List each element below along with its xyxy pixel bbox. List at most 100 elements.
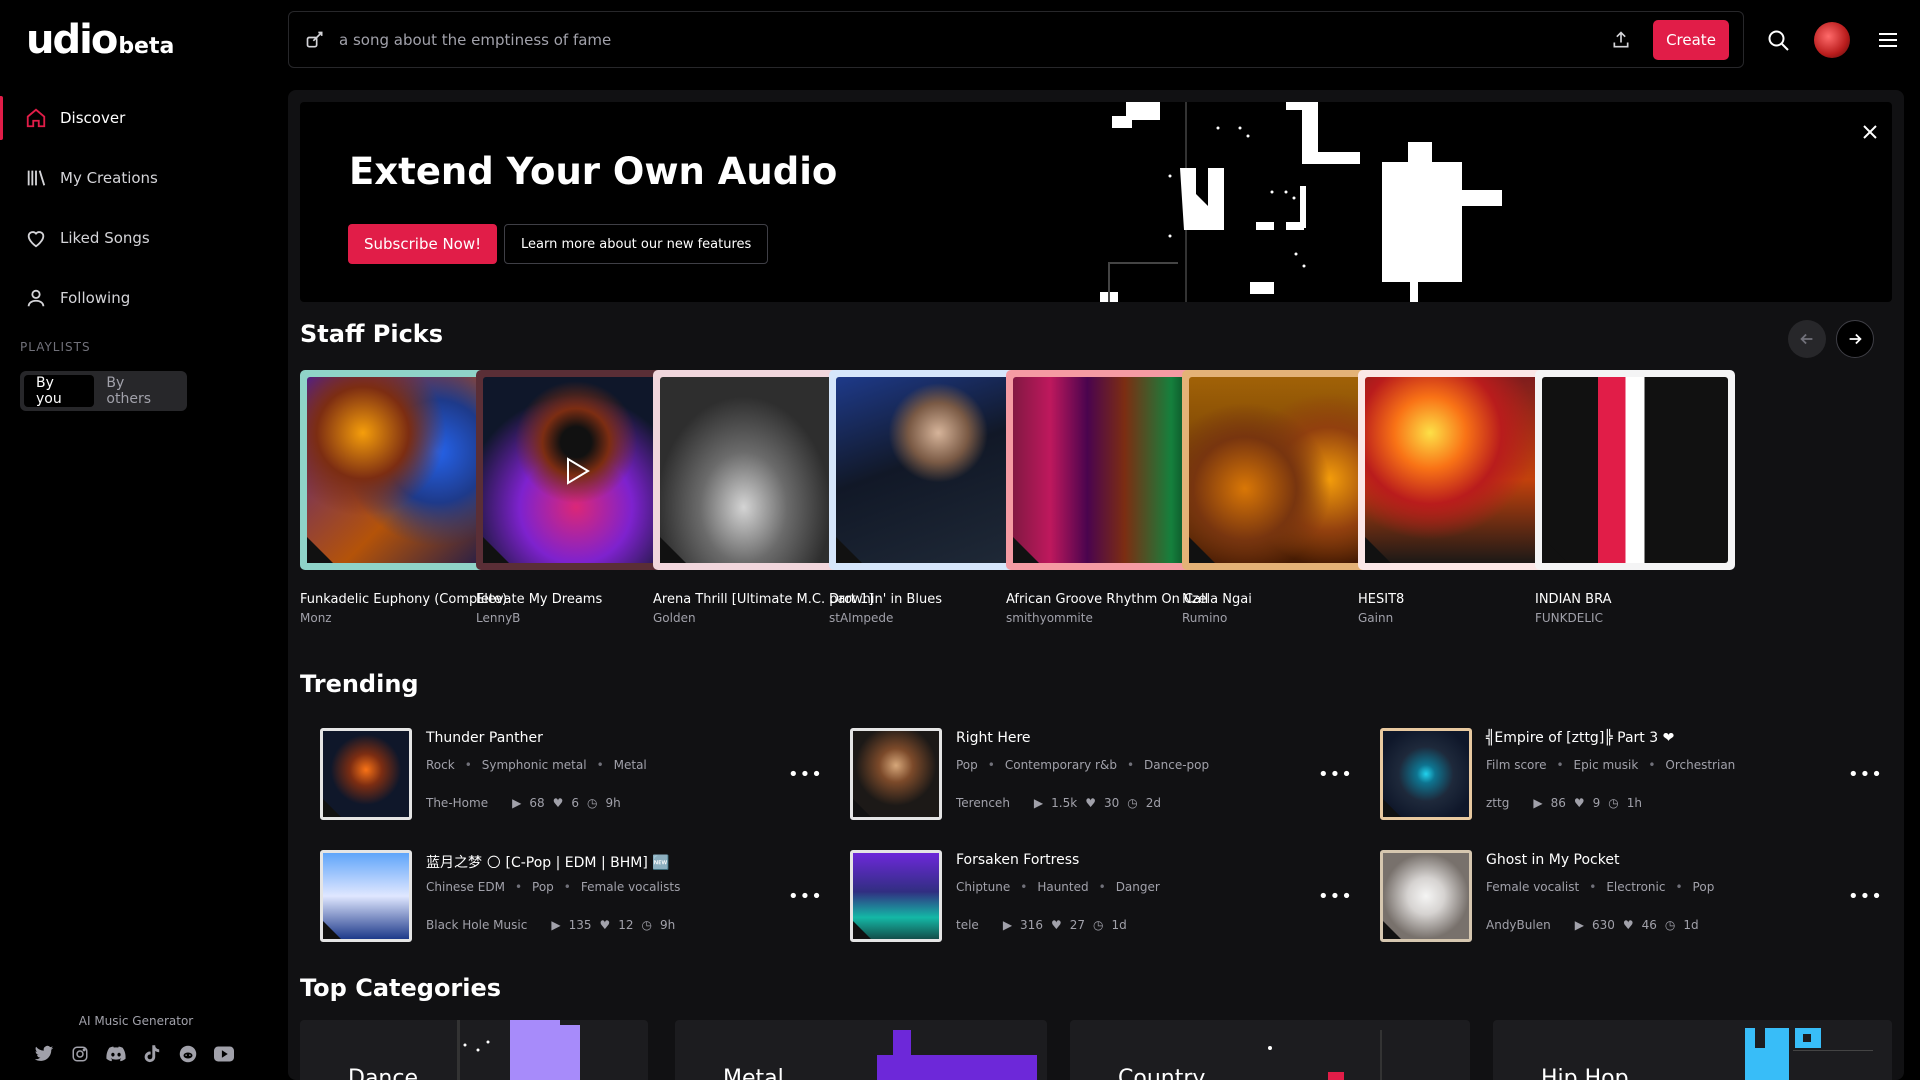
staff-pick-card[interactable]: Nzela Ngai Rumino ▶3672♥112 bbox=[1182, 370, 1382, 630]
pick-title[interactable]: Elevate My Dreams bbox=[476, 592, 676, 607]
pick-artist[interactable]: Golden bbox=[653, 611, 853, 625]
track-user[interactable]: The-Home bbox=[426, 796, 488, 810]
sidebar-item-following[interactable]: Following bbox=[0, 274, 272, 322]
tag[interactable]: Symphonic metal bbox=[482, 758, 587, 772]
tag[interactable]: Electronic bbox=[1606, 880, 1665, 894]
pick-artist[interactable]: Monz bbox=[300, 611, 500, 625]
pick-artist[interactable]: FUNKDELIC bbox=[1535, 611, 1735, 625]
learn-more-button[interactable]: Learn more about our new features bbox=[504, 224, 769, 264]
carousel-next-button[interactable] bbox=[1836, 320, 1874, 358]
trending-item[interactable]: Ghost in My Pocket Female vocalist • Elect… bbox=[1380, 850, 1890, 944]
more-options-icon[interactable]: ••• bbox=[1318, 886, 1353, 907]
upload-icon[interactable] bbox=[1609, 28, 1633, 52]
prompt-edit-icon[interactable] bbox=[303, 28, 327, 52]
staff-pick-card[interactable]: INDIAN BRA FUNKDELIC ▶2979♥6 bbox=[1535, 370, 1735, 630]
twitter-icon[interactable] bbox=[34, 1044, 54, 1064]
sidebar-item-liked-songs[interactable]: Liked Songs bbox=[0, 214, 272, 262]
track-title[interactable]: Right Here bbox=[956, 730, 1031, 746]
staff-pick-card[interactable]: Elevate My Dreams LennyB ▶3850♥52 bbox=[476, 370, 676, 630]
sidebar-item-discover[interactable]: Discover bbox=[0, 94, 272, 142]
tag[interactable]: Danger bbox=[1116, 880, 1160, 894]
tag[interactable]: Pop bbox=[532, 880, 554, 894]
track-title[interactable]: ╣Empire of [zttg]╠ Part 3 ❤ bbox=[1486, 730, 1674, 746]
tag[interactable]: Film score bbox=[1486, 758, 1546, 772]
trending-item[interactable]: Right Here Pop • Contemporary r&b • Dance-po… bbox=[850, 728, 1360, 822]
tag[interactable]: Haunted bbox=[1037, 880, 1088, 894]
track-user[interactable]: Black Hole Music bbox=[426, 918, 527, 932]
carousel-prev-button[interactable] bbox=[1788, 320, 1826, 358]
staff-pick-card[interactable]: African Groove Rhythm On Call smithyommi… bbox=[1006, 370, 1208, 630]
pick-title[interactable]: Nzela Ngai bbox=[1182, 592, 1382, 607]
prompt-input[interactable]: a song about the emptiness of fame bbox=[339, 31, 1609, 49]
category-card-metal[interactable]: Metal bbox=[675, 1020, 1047, 1080]
pick-title[interactable]: Drownin' in Blues bbox=[829, 592, 1029, 607]
pick-artist[interactable]: smithyommite bbox=[1006, 611, 1206, 625]
tag[interactable]: Pop bbox=[956, 758, 978, 772]
pick-title[interactable]: Arena Thrill [Ultimate M.C. part 1] bbox=[653, 592, 873, 607]
pick-artist[interactable]: LennyB bbox=[476, 611, 676, 625]
tag[interactable]: Pop bbox=[1693, 880, 1715, 894]
pick-artist[interactable]: Rumino bbox=[1182, 611, 1382, 625]
track-user[interactable]: AndyBulen bbox=[1486, 918, 1551, 932]
tag[interactable]: Female vocalist bbox=[1486, 880, 1579, 894]
track-title[interactable]: Forsaken Fortress bbox=[956, 852, 1079, 868]
close-icon[interactable] bbox=[1860, 122, 1880, 142]
staff-pick-card[interactable]: HESIT8 Gainn ▶4814♥276 bbox=[1358, 370, 1558, 630]
category-card-country[interactable]: Country bbox=[1070, 1020, 1470, 1080]
pick-title[interactable]: INDIAN BRA bbox=[1535, 592, 1735, 607]
subscribe-button[interactable]: Subscribe Now! bbox=[348, 224, 498, 264]
staff-pick-card[interactable]: Funkadelic Euphony (Complete) Monz ▶1500… bbox=[300, 370, 507, 630]
play-overlay-icon[interactable] bbox=[562, 456, 592, 486]
tag[interactable]: Rock bbox=[426, 758, 455, 772]
tag[interactable]: Chiptune bbox=[956, 880, 1010, 894]
more-options-icon[interactable]: ••• bbox=[1848, 764, 1883, 785]
pick-artist[interactable]: Gainn bbox=[1358, 611, 1558, 625]
staff-pick-card[interactable]: Drownin' in Blues stAImpede ▶27280♥616 bbox=[829, 370, 1029, 630]
udio-corner-icon bbox=[1013, 537, 1039, 563]
discord-icon[interactable] bbox=[106, 1044, 126, 1064]
category-card-dance[interactable]: Dance bbox=[300, 1020, 648, 1080]
track-user[interactable]: zttg bbox=[1486, 796, 1509, 810]
tag[interactable]: Dance-pop bbox=[1144, 758, 1209, 772]
sidebar-item-my-creations[interactable]: My Creations bbox=[0, 154, 272, 202]
pick-artist[interactable]: stAImpede bbox=[829, 611, 1029, 625]
trending-item[interactable]: Forsaken Fortress Chiptune • Haunted • Dange… bbox=[850, 850, 1360, 944]
instagram-icon[interactable] bbox=[70, 1044, 90, 1064]
separator-dot: • bbox=[1126, 758, 1135, 772]
tiktok-icon[interactable] bbox=[142, 1044, 162, 1064]
pick-title[interactable]: Funkadelic Euphony (Complete) bbox=[300, 592, 507, 607]
tag[interactable]: Orchestrian bbox=[1665, 758, 1735, 772]
create-button[interactable]: Create bbox=[1653, 19, 1729, 60]
avatar[interactable] bbox=[1814, 22, 1850, 58]
tag[interactable]: Metal bbox=[614, 758, 647, 772]
more-options-icon[interactable]: ••• bbox=[1318, 764, 1353, 785]
more-options-icon[interactable]: ••• bbox=[788, 886, 823, 907]
tag[interactable]: Epic musik bbox=[1574, 758, 1639, 772]
trending-item[interactable]: ╣Empire of [zttg]╠ Part 3 ❤ Film score • E… bbox=[1380, 728, 1890, 822]
staff-pick-card[interactable]: Arena Thrill [Ultimate M.C. part 1] Gold… bbox=[653, 370, 873, 630]
more-options-icon[interactable]: ••• bbox=[788, 764, 823, 785]
tab-by-others[interactable]: By others bbox=[94, 375, 183, 407]
trending-item[interactable]: 蓝月之梦 🌕 [C-Pop | EDM | BHM] 🆕 Chinese EDM… bbox=[320, 850, 830, 944]
track-user[interactable]: tele bbox=[956, 918, 979, 932]
reddit-icon[interactable] bbox=[178, 1044, 198, 1064]
track-title[interactable]: 蓝月之梦 🌕 [C-Pop | EDM | BHM] 🆕 bbox=[426, 852, 670, 872]
tag[interactable]: Female vocalists bbox=[581, 880, 680, 894]
track-title[interactable]: Thunder Panther bbox=[426, 730, 543, 746]
category-card-hip-hop[interactable]: Hip Hop bbox=[1493, 1020, 1892, 1080]
pick-title[interactable]: HESIT8 bbox=[1358, 592, 1558, 607]
tag[interactable]: Chinese EDM bbox=[426, 880, 505, 894]
tag[interactable]: Contemporary r&b bbox=[1005, 758, 1117, 772]
more-options-icon[interactable]: ••• bbox=[1848, 886, 1883, 907]
sidebar-item-label: Liked Songs bbox=[60, 229, 150, 247]
prompt-bar[interactable]: a song about the emptiness of fame Creat… bbox=[288, 11, 1744, 68]
track-title[interactable]: Ghost in My Pocket bbox=[1486, 852, 1619, 868]
youtube-icon[interactable] bbox=[214, 1044, 234, 1064]
search-icon[interactable] bbox=[1766, 28, 1792, 54]
trending-item[interactable]: Thunder Panther Rock • Symphonic metal • Met… bbox=[320, 728, 830, 822]
tab-by-you[interactable]: By you bbox=[24, 375, 95, 407]
udio-logo[interactable]: udio beta bbox=[26, 18, 174, 62]
track-user[interactable]: Terenceh bbox=[956, 796, 1010, 810]
pick-title[interactable]: African Groove Rhythm On Call bbox=[1006, 592, 1208, 607]
menu-icon[interactable] bbox=[1878, 30, 1898, 50]
